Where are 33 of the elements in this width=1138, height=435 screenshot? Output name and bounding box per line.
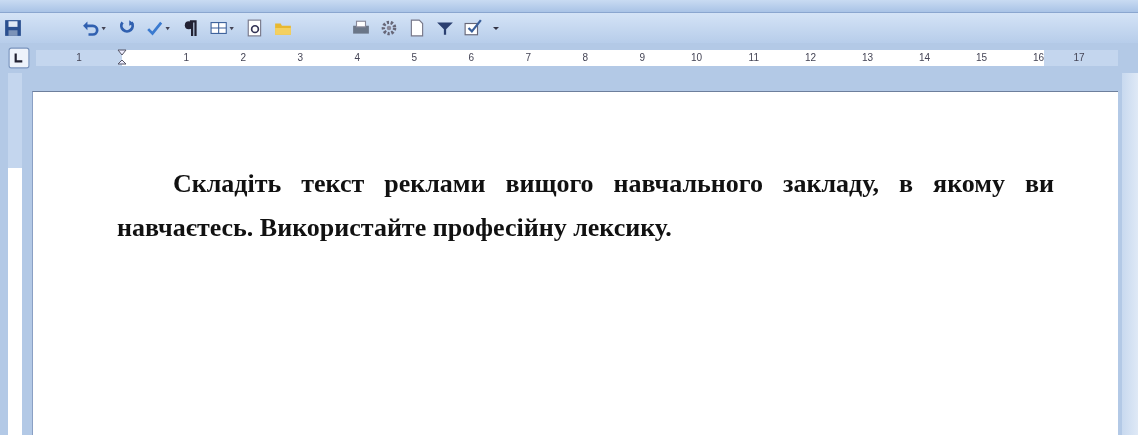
ruler-number: 10 <box>690 52 702 64</box>
ruler-number: 7 <box>525 52 531 64</box>
preview-icon[interactable] <box>246 19 264 37</box>
table-icon[interactable] <box>210 19 236 37</box>
ruler-number: 2 <box>240 52 246 64</box>
ruler-number: 6 <box>468 52 474 64</box>
page-icon[interactable] <box>408 19 426 37</box>
spellcheck-icon[interactable] <box>146 19 172 37</box>
ruler-number: 8 <box>582 52 588 64</box>
ruler-number: 1 <box>183 52 189 64</box>
ruler-number: 4 <box>354 52 360 64</box>
ruler-number: 15 <box>975 52 987 64</box>
ruler-number: 14 <box>918 52 930 64</box>
paragraph: Складіть текст реклами вищого навчального закладу, в якому ви навчаєтесь. Використайте професійну лексику. <box>117 168 1054 244</box>
checkbox-icon[interactable] <box>464 19 482 37</box>
ruler-number: 16 <box>1032 52 1044 64</box>
pilcrow-icon[interactable] <box>182 19 200 37</box>
ruler-number: 9 <box>639 52 645 64</box>
ruler-number: 3 <box>297 52 303 64</box>
scrollbar[interactable] <box>1122 73 1138 435</box>
undo-icon[interactable] <box>82 19 108 37</box>
ruler-number: 5 <box>411 52 417 64</box>
ruler-number: 13 <box>861 52 873 64</box>
tab-selector-icon[interactable] <box>8 47 30 69</box>
indent-marker-icon[interactable] <box>117 49 127 67</box>
printer-icon[interactable] <box>352 19 370 37</box>
ruler-number: 1 <box>76 52 82 64</box>
ruler-number: 12 <box>804 52 816 64</box>
funnel-icon[interactable] <box>436 19 454 37</box>
gear-icon[interactable] <box>380 19 398 37</box>
ruler-number: 11 <box>748 52 759 64</box>
ruler-number: 17 <box>1073 52 1085 64</box>
save-icon[interactable] <box>4 19 22 37</box>
